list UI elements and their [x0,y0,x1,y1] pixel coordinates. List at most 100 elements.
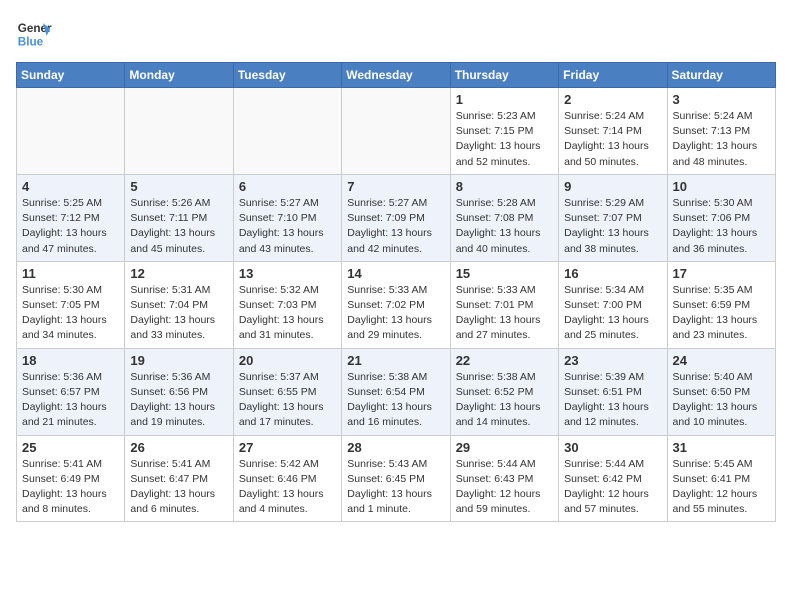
day-number: 26 [130,440,227,455]
calendar-cell [125,88,233,175]
day-number: 3 [673,92,770,107]
calendar-cell: 26 Sunrise: 5:41 AMSunset: 6:47 PMDayligh… [125,435,233,522]
calendar-cell: 22 Sunrise: 5:38 AMSunset: 6:52 PMDayligh… [450,348,558,435]
day-info: Sunrise: 5:38 AMSunset: 6:54 PMDaylight:… [347,370,444,431]
week-row-2: 4 Sunrise: 5:25 AMSunset: 7:12 PMDaylight… [17,174,776,261]
calendar-cell [233,88,341,175]
day-number: 21 [347,353,444,368]
day-number: 29 [456,440,553,455]
day-number: 19 [130,353,227,368]
day-number: 1 [456,92,553,107]
calendar-cell: 13 Sunrise: 5:32 AMSunset: 7:03 PMDayligh… [233,261,341,348]
weekday-header-monday: Monday [125,63,233,88]
day-number: 28 [347,440,444,455]
calendar-cell: 12 Sunrise: 5:31 AMSunset: 7:04 PMDayligh… [125,261,233,348]
weekday-header-friday: Friday [559,63,667,88]
day-info: Sunrise: 5:37 AMSunset: 6:55 PMDaylight:… [239,370,336,431]
weekday-header-thursday: Thursday [450,63,558,88]
day-number: 8 [456,179,553,194]
weekday-header-wednesday: Wednesday [342,63,450,88]
day-info: Sunrise: 5:44 AMSunset: 6:43 PMDaylight:… [456,457,553,518]
weekday-header-saturday: Saturday [667,63,775,88]
calendar-cell: 1 Sunrise: 5:23 AMSunset: 7:15 PMDaylight… [450,88,558,175]
calendar-cell: 19 Sunrise: 5:36 AMSunset: 6:56 PMDayligh… [125,348,233,435]
calendar-table: SundayMondayTuesdayWednesdayThursdayFrid… [16,62,776,522]
svg-text:Blue: Blue [18,36,44,49]
day-number: 9 [564,179,661,194]
calendar-cell: 28Sunrise: 5:43 AMSunset: 6:45 PMDayligh… [342,435,450,522]
day-info: Sunrise: 5:32 AMSunset: 7:03 PMDaylight:… [239,283,336,344]
day-info: Sunrise: 5:35 AMSunset: 6:59 PMDaylight:… [673,283,770,344]
day-number: 2 [564,92,661,107]
day-number: 17 [673,266,770,281]
day-info: Sunrise: 5:23 AMSunset: 7:15 PMDaylight:… [456,109,553,170]
day-number: 25 [22,440,119,455]
calendar-cell: 30 Sunrise: 5:44 AMSunset: 6:42 PMDayligh… [559,435,667,522]
day-number: 31 [673,440,770,455]
calendar-cell: 18 Sunrise: 5:36 AMSunset: 6:57 PMDayligh… [17,348,125,435]
day-number: 4 [22,179,119,194]
day-number: 27 [239,440,336,455]
day-info: Sunrise: 5:39 AMSunset: 6:51 PMDaylight:… [564,370,661,431]
calendar-cell: 3 Sunrise: 5:24 AMSunset: 7:13 PMDaylight… [667,88,775,175]
day-number: 14 [347,266,444,281]
day-number: 7 [347,179,444,194]
calendar-cell: 11Sunrise: 5:30 AMSunset: 7:05 PMDayligh… [17,261,125,348]
day-number: 20 [239,353,336,368]
day-info: Sunrise: 5:41 AMSunset: 6:49 PMDaylight:… [22,457,119,518]
day-info: Sunrise: 5:31 AMSunset: 7:04 PMDaylight:… [130,283,227,344]
day-info: Sunrise: 5:44 AMSunset: 6:42 PMDaylight:… [564,457,661,518]
calendar-cell: 23Sunrise: 5:39 AMSunset: 6:51 PMDayligh… [559,348,667,435]
calendar-cell: 8 Sunrise: 5:28 AMSunset: 7:08 PMDaylight… [450,174,558,261]
calendar-cell: 2 Sunrise: 5:24 AMSunset: 7:14 PMDaylight… [559,88,667,175]
day-number: 24 [673,353,770,368]
calendar-cell: 24 Sunrise: 5:40 AMSunset: 6:50 PMDayligh… [667,348,775,435]
calendar-cell: 16 Sunrise: 5:34 AMSunset: 7:00 PMDayligh… [559,261,667,348]
day-info: Sunrise: 5:34 AMSunset: 7:00 PMDaylight:… [564,283,661,344]
day-number: 15 [456,266,553,281]
calendar-cell: 20 Sunrise: 5:37 AMSunset: 6:55 PMDayligh… [233,348,341,435]
day-number: 22 [456,353,553,368]
day-info: Sunrise: 5:27 AMSunset: 7:10 PMDaylight:… [239,196,336,257]
week-row-5: 25 Sunrise: 5:41 AMSunset: 6:49 PMDayligh… [17,435,776,522]
day-info: Sunrise: 5:25 AMSunset: 7:12 PMDaylight:… [22,196,119,257]
day-number: 10 [673,179,770,194]
day-info: Sunrise: 5:24 AMSunset: 7:14 PMDaylight:… [564,109,661,170]
day-number: 16 [564,266,661,281]
calendar-cell: 17 Sunrise: 5:35 AMSunset: 6:59 PMDayligh… [667,261,775,348]
day-number: 30 [564,440,661,455]
day-info: Sunrise: 5:41 AMSunset: 6:47 PMDaylight:… [130,457,227,518]
calendar-cell: 9 Sunrise: 5:29 AMSunset: 7:07 PMDaylight… [559,174,667,261]
day-number: 12 [130,266,227,281]
day-info: Sunrise: 5:36 AMSunset: 6:56 PMDaylight:… [130,370,227,431]
logo: General Blue [16,16,52,52]
calendar-cell [17,88,125,175]
day-info: Sunrise: 5:40 AMSunset: 6:50 PMDaylight:… [673,370,770,431]
calendar-cell: 7Sunrise: 5:27 AMSunset: 7:09 PMDaylight… [342,174,450,261]
calendar-cell: 5 Sunrise: 5:26 AMSunset: 7:11 PMDaylight… [125,174,233,261]
day-info: Sunrise: 5:30 AMSunset: 7:06 PMDaylight:… [673,196,770,257]
calendar-cell: 31Sunrise: 5:45 AMSunset: 6:41 PMDayligh… [667,435,775,522]
calendar-cell: 25 Sunrise: 5:41 AMSunset: 6:49 PMDayligh… [17,435,125,522]
day-info: Sunrise: 5:26 AMSunset: 7:11 PMDaylight:… [130,196,227,257]
logo-icon: General Blue [16,16,52,52]
day-number: 6 [239,179,336,194]
day-info: Sunrise: 5:33 AMSunset: 7:02 PMDaylight:… [347,283,444,344]
calendar-cell: 6 Sunrise: 5:27 AMSunset: 7:10 PMDaylight… [233,174,341,261]
day-number: 18 [22,353,119,368]
weekday-header-sunday: Sunday [17,63,125,88]
day-info: Sunrise: 5:29 AMSunset: 7:07 PMDaylight:… [564,196,661,257]
calendar-cell [342,88,450,175]
day-info: Sunrise: 5:28 AMSunset: 7:08 PMDaylight:… [456,196,553,257]
day-info: Sunrise: 5:38 AMSunset: 6:52 PMDaylight:… [456,370,553,431]
calendar-cell: 14 Sunrise: 5:33 AMSunset: 7:02 PMDayligh… [342,261,450,348]
calendar-cell: 15Sunrise: 5:33 AMSunset: 7:01 PMDayligh… [450,261,558,348]
day-number: 5 [130,179,227,194]
calendar-cell: 4 Sunrise: 5:25 AMSunset: 7:12 PMDaylight… [17,174,125,261]
day-info: Sunrise: 5:24 AMSunset: 7:13 PMDaylight:… [673,109,770,170]
week-row-1: 1 Sunrise: 5:23 AMSunset: 7:15 PMDaylight… [17,88,776,175]
day-number: 13 [239,266,336,281]
calendar-cell: 27Sunrise: 5:42 AMSunset: 6:46 PMDayligh… [233,435,341,522]
day-info: Sunrise: 5:36 AMSunset: 6:57 PMDaylight:… [22,370,119,431]
week-row-4: 18 Sunrise: 5:36 AMSunset: 6:57 PMDayligh… [17,348,776,435]
